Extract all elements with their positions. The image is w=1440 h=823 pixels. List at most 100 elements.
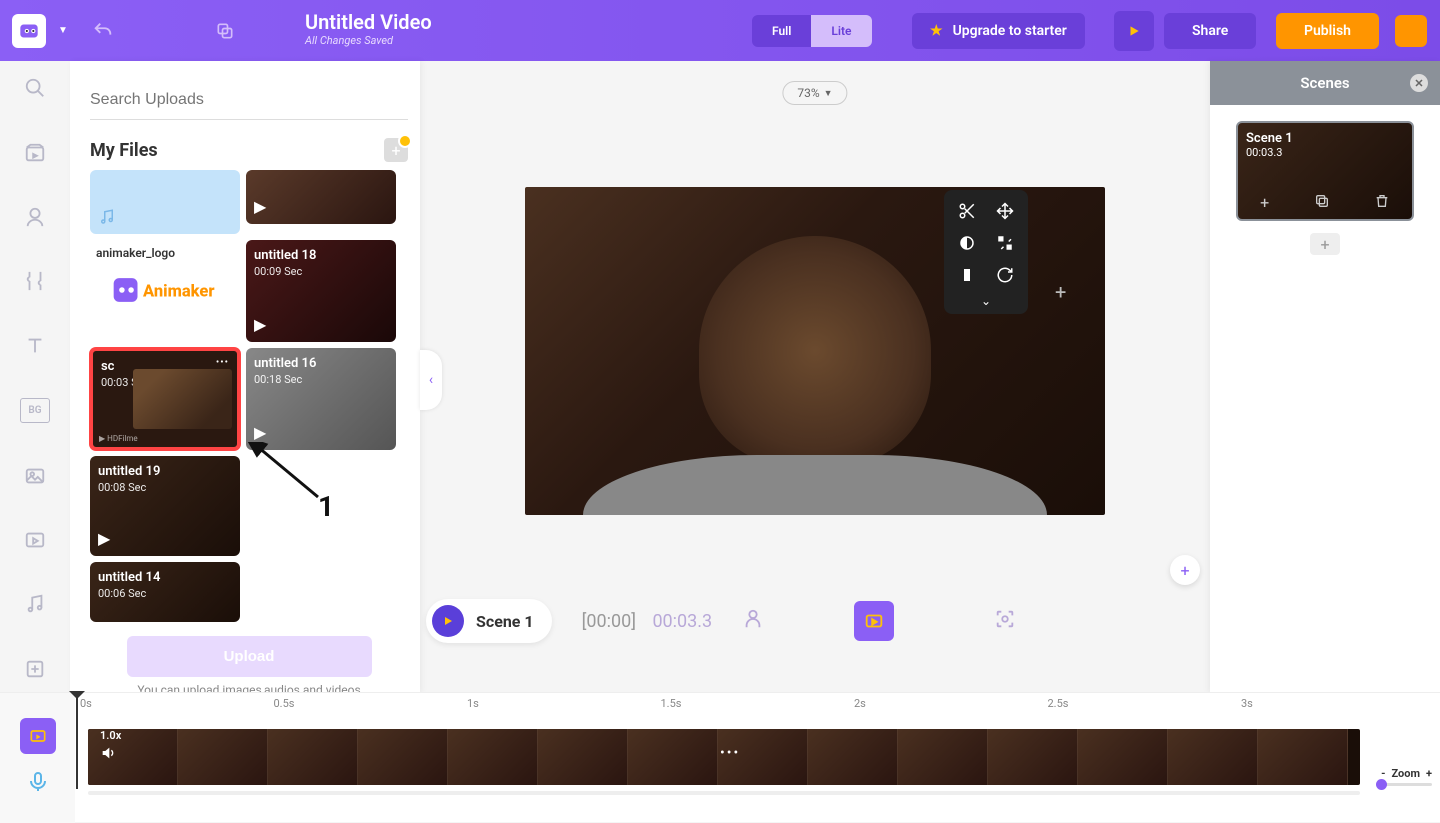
scene-duplicate-icon[interactable]: [1314, 193, 1330, 213]
focus-strip-icon[interactable]: [994, 608, 1016, 634]
add-scene-button[interactable]: +: [1310, 233, 1340, 255]
timeline-left-tools: [0, 693, 75, 823]
file-sc-selected[interactable]: sc 00:03 Sec ••• ▶ HDFilme: [90, 348, 240, 450]
file-name: untitled 18: [254, 248, 388, 263]
file-name: untitled 19: [98, 464, 232, 479]
top-header: ▼ Untitled Video All Changes Saved Full …: [0, 0, 1440, 61]
user-avatar[interactable]: [1395, 15, 1427, 47]
character-icon[interactable]: [20, 205, 50, 229]
search-uploads-input[interactable]: [90, 81, 408, 120]
uploads-panel: My Files + ▶ animaker_logo Animaker unti…: [70, 61, 420, 693]
zoom-plus-icon[interactable]: +: [1426, 767, 1432, 780]
upgrade-label: Upgrade to starter: [953, 23, 1067, 39]
file-untitled-19[interactable]: untitled 19 00:08 Sec ▶: [90, 456, 240, 556]
rotate-icon[interactable]: [996, 266, 1014, 284]
upload-button[interactable]: Upload: [127, 636, 372, 677]
audio-note-icon: [98, 208, 116, 226]
speed-badge[interactable]: 1.0x: [100, 729, 121, 742]
tick: 2s: [854, 697, 866, 710]
video-icon[interactable]: [20, 528, 50, 552]
library-icon[interactable]: [20, 140, 50, 164]
tick: 1.5s: [661, 697, 682, 710]
app-logo[interactable]: [12, 14, 46, 48]
video-shirt: [583, 455, 1047, 515]
timeline-scrubber[interactable]: [88, 791, 1360, 795]
scenes-title: Scenes: [1300, 74, 1349, 92]
crop-icon[interactable]: [958, 266, 976, 284]
new-folder-button[interactable]: +: [384, 138, 408, 162]
timeline-zoom-control[interactable]: - Zoom +: [1381, 767, 1432, 780]
video-strip-icon[interactable]: [854, 601, 894, 641]
scene-play-button[interactable]: [432, 605, 464, 637]
mode-full[interactable]: Full: [752, 15, 811, 47]
scene-thumbnail[interactable]: Scene 1 00:03.3 +: [1236, 121, 1414, 221]
files-grid: ▶ animaker_logo Animaker untitled 18 00:…: [90, 170, 408, 622]
text-icon[interactable]: [20, 334, 50, 358]
file-video-untitled17[interactable]: ▶: [246, 170, 396, 224]
file-options-icon[interactable]: •••: [216, 357, 229, 368]
volume-icon[interactable]: [100, 745, 116, 765]
share-button[interactable]: Share: [1164, 13, 1256, 49]
preview-play-button[interactable]: [1114, 11, 1154, 51]
svg-text:Animaker: Animaker: [143, 282, 214, 301]
trim-icon[interactable]: [958, 202, 976, 220]
file-untitled-14[interactable]: untitled 14 00:06 Sec: [90, 562, 240, 622]
video-face: [699, 236, 931, 466]
play-icon: ▶: [254, 315, 266, 334]
file-duration: 00:18 Sec: [254, 373, 388, 386]
flip-icon[interactable]: [996, 234, 1014, 252]
music-icon[interactable]: [20, 592, 50, 616]
playhead[interactable]: [76, 693, 78, 789]
canvas-area: 73% ▼: [420, 61, 1210, 591]
mode-lite[interactable]: Lite: [811, 15, 871, 47]
tick: 0.5s: [274, 697, 295, 710]
timeline-mic-icon[interactable]: [26, 770, 50, 798]
properties-icon[interactable]: [20, 269, 50, 293]
add-canvas-right-button[interactable]: +: [1055, 280, 1066, 304]
timeline-zoom-slider[interactable]: [1376, 783, 1432, 786]
close-scenes-icon[interactable]: ✕: [1410, 74, 1428, 92]
play-icon: ▶: [254, 423, 266, 442]
background-icon[interactable]: BG: [20, 398, 50, 424]
project-title[interactable]: Untitled Video: [305, 10, 432, 34]
project-title-block: Untitled Video All Changes Saved: [305, 10, 432, 47]
thumbnail: [133, 369, 232, 429]
timeline-ruler[interactable]: 0s 0.5s 1s 1.5s 2s 2.5s 3s: [80, 697, 1370, 715]
upgrade-button[interactable]: ★ Upgrade to starter: [912, 13, 1085, 49]
scene-thumb-duration: 00:03.3: [1246, 146, 1404, 159]
move-icon[interactable]: [996, 202, 1014, 220]
track-options-icon[interactable]: •••: [720, 745, 740, 761]
zoom-indicator[interactable]: 73% ▼: [782, 81, 847, 105]
file-name: untitled 14: [98, 570, 232, 585]
scene-pill[interactable]: Scene 1: [426, 599, 552, 643]
file-untitled-16[interactable]: untitled 16 00:18 Sec ▶: [246, 348, 396, 450]
annotation-step-number: 1: [318, 490, 334, 523]
file-audio[interactable]: [90, 170, 240, 234]
scene-add-icon[interactable]: +: [1260, 193, 1269, 213]
tick: 2.5s: [1048, 697, 1069, 710]
context-toolbar: ⌄: [944, 190, 1028, 314]
app-menu-chevron-icon[interactable]: ▼: [58, 25, 68, 36]
copy-button[interactable]: [200, 11, 250, 51]
file-duration: 00:08 Sec: [98, 481, 232, 494]
timeline-video-icon[interactable]: [20, 718, 56, 754]
undo-button[interactable]: [78, 11, 128, 51]
publish-button[interactable]: Publish: [1276, 13, 1379, 49]
left-toolbar: BG: [0, 61, 70, 681]
contrast-icon[interactable]: [958, 234, 976, 252]
file-untitled-18[interactable]: untitled 18 00:09 Sec ▶: [246, 240, 396, 342]
scene-delete-icon[interactable]: [1374, 193, 1390, 213]
effects-icon[interactable]: [20, 657, 50, 681]
image-icon[interactable]: [20, 463, 50, 487]
file-animaker-logo[interactable]: animaker_logo Animaker: [90, 240, 240, 340]
user-strip-icon[interactable]: [742, 608, 764, 634]
file-duration: 00:09 Sec: [254, 265, 388, 278]
file-label: animaker_logo: [96, 246, 175, 260]
search-icon[interactable]: [20, 76, 50, 100]
add-element-button[interactable]: +: [1170, 555, 1200, 585]
expand-toolbar-icon[interactable]: ⌄: [981, 294, 991, 308]
time-total: 00:03.3: [652, 611, 712, 632]
mode-toggle[interactable]: Full Lite: [752, 15, 872, 47]
chevron-down-icon: ▼: [824, 88, 833, 99]
scene-thumb-name: Scene 1: [1246, 131, 1404, 146]
